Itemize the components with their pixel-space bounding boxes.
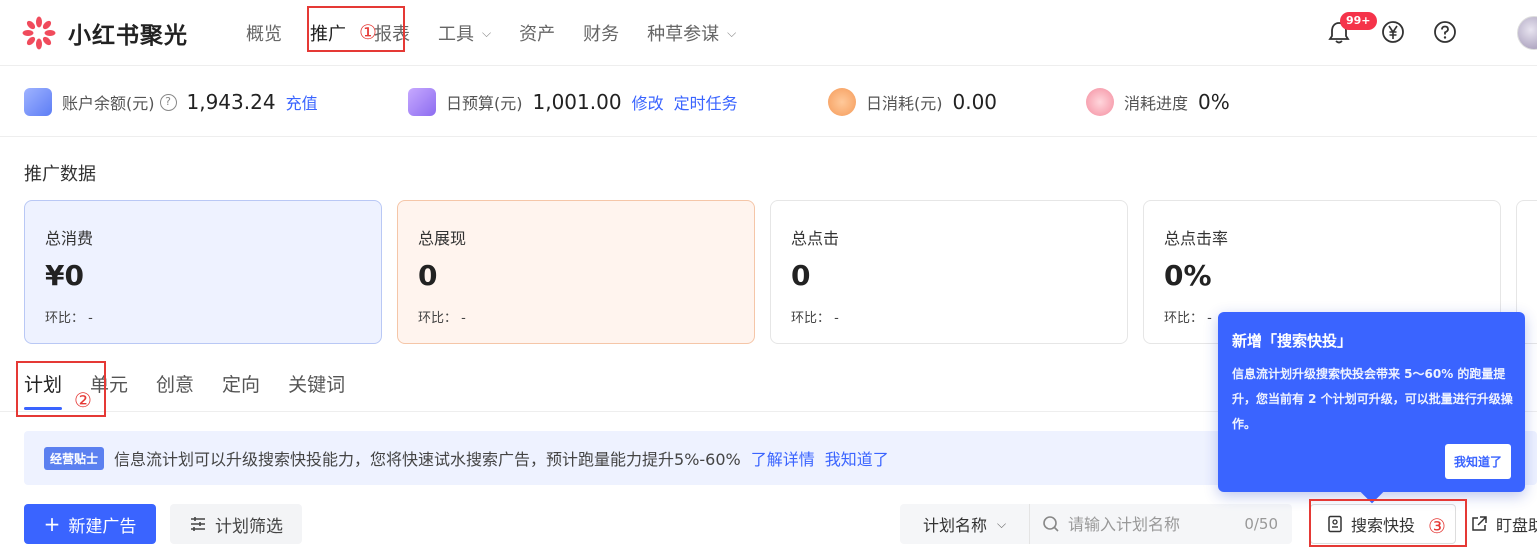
progress-metric: 消耗进度 0% bbox=[1086, 87, 1230, 117]
scheduled-task-link[interactable]: 定时任务 bbox=[674, 90, 738, 114]
brand-name: 小红书聚光 bbox=[68, 23, 188, 49]
budget-label: 日预算(元) bbox=[446, 94, 523, 113]
tip-text: 信息流计划可以升级搜索快投能力，您将快速试水搜索广告，预计跑量能力提升5%-60… bbox=[114, 450, 741, 469]
section-title: 推广数据 bbox=[24, 164, 96, 185]
new-ad-button[interactable]: + 新建广告 bbox=[24, 504, 156, 544]
calendar-icon bbox=[408, 88, 436, 116]
stat-card-spend[interactable]: 总消费 ¥0 环比： - bbox=[24, 200, 382, 344]
modify-budget-link[interactable]: 修改 bbox=[632, 90, 664, 114]
card-value: 0% bbox=[1164, 259, 1212, 292]
quick-search-popover: 新增「搜索快投」 信息流计划升级搜索快投会带来 5～60% 的跑量提升，您当前有… bbox=[1218, 312, 1525, 492]
notification-badge: 99+ bbox=[1340, 12, 1377, 30]
avatar[interactable] bbox=[1517, 16, 1537, 50]
popover-got-it-button[interactable]: 我知道了 bbox=[1444, 444, 1511, 479]
brand-logo[interactable]: 小红书聚光 bbox=[22, 16, 188, 50]
annotation-box-2 bbox=[16, 361, 106, 417]
nav-assets[interactable]: 资产 bbox=[519, 20, 555, 46]
nav-overview[interactable]: 概览 bbox=[246, 20, 282, 46]
card-ratio: 环比： - bbox=[1164, 311, 1212, 326]
card-ratio: 环比： - bbox=[45, 311, 93, 326]
card-title: 总点击率 bbox=[1164, 229, 1229, 248]
progress-label: 消耗进度 bbox=[1124, 94, 1189, 113]
plan-filter-button[interactable]: 计划筛选 bbox=[170, 504, 302, 544]
tab-targeting[interactable]: 定向 bbox=[222, 370, 260, 410]
recharge-link[interactable]: 充值 bbox=[286, 90, 318, 114]
nav-label: 资产 bbox=[519, 24, 556, 45]
card-title: 总点击 bbox=[791, 229, 840, 248]
stat-card-clicks[interactable]: 总点击 0 环比： - bbox=[770, 200, 1128, 344]
chevron-down-icon: ⌵ bbox=[727, 25, 737, 40]
card-ratio: 环比： - bbox=[791, 311, 839, 326]
nav-tools[interactable]: 工具 ⌵ bbox=[438, 20, 491, 46]
tab-creative[interactable]: 创意 bbox=[156, 370, 194, 410]
search-icon bbox=[1043, 516, 1059, 532]
annotation-number-3: ③ bbox=[1428, 514, 1446, 538]
stat-card-impressions[interactable]: 总展现 0 环比： - bbox=[397, 200, 755, 344]
spend-value: 0.00 bbox=[952, 90, 998, 114]
budget-metric: 日预算(元) 1,001.00 修改 定时任务 bbox=[408, 87, 738, 117]
dismiss-tip-link[interactable]: 我知道了 bbox=[825, 446, 889, 470]
watch-assistant-label: 盯盘助 bbox=[1496, 516, 1537, 535]
annotation-number-2: ② bbox=[74, 388, 92, 412]
nav-label: 财务 bbox=[583, 24, 620, 45]
char-counter: 0/50 bbox=[1244, 515, 1278, 533]
question-icon[interactable]: ? bbox=[159, 93, 177, 111]
card-value: ¥0 bbox=[45, 259, 84, 292]
chevron-down-icon: ⌵ bbox=[482, 25, 492, 40]
balance-label: 账户余额(元) bbox=[62, 94, 155, 113]
balance-metric: 账户余额(元) ? 1,943.24 充值 bbox=[24, 87, 318, 117]
search-input-wrap: 0/50 bbox=[1030, 504, 1292, 544]
popover-body: 信息流计划升级搜索快投会带来 5～60% 的跑量提升，您当前有 2 个计划可升级… bbox=[1232, 367, 1513, 431]
plan-search-group: 计划名称 ⌵ 0/50 bbox=[900, 504, 1292, 544]
watch-assistant-button[interactable]: 盯盘助 bbox=[1470, 504, 1537, 544]
nav-label: 概览 bbox=[246, 24, 282, 45]
nav-finance[interactable]: 财务 bbox=[583, 20, 619, 46]
tab-keywords[interactable]: 关键词 bbox=[288, 370, 345, 410]
annotation-number-1: ① bbox=[359, 20, 377, 44]
tip-tag: 经营贴士 bbox=[44, 446, 105, 470]
search-field-select[interactable]: 计划名称 ⌵ bbox=[900, 504, 1030, 544]
learn-more-link[interactable]: 了解详情 bbox=[751, 446, 815, 470]
wallet-icon bbox=[24, 88, 52, 116]
card-value: 0 bbox=[418, 259, 438, 292]
help-icon[interactable] bbox=[1432, 19, 1458, 45]
annotation-box-1 bbox=[307, 6, 405, 52]
filter-icon bbox=[191, 517, 205, 531]
card-value: 0 bbox=[791, 259, 811, 292]
chart-icon bbox=[1086, 88, 1114, 116]
spend-label: 日消耗(元) bbox=[866, 94, 943, 113]
new-ad-label: 新建广告 bbox=[68, 516, 137, 537]
coin-icon bbox=[828, 88, 856, 116]
yen-icon[interactable] bbox=[1380, 19, 1406, 45]
plan-name-search-input[interactable] bbox=[1068, 514, 1228, 534]
card-title: 总展现 bbox=[418, 229, 467, 248]
popover-title: 新增「搜索快投」 bbox=[1232, 332, 1353, 350]
plus-icon: + bbox=[43, 512, 61, 536]
nav-label: 工具 bbox=[438, 24, 474, 45]
chevron-down-icon: ⌵ bbox=[996, 516, 1007, 531]
external-link-icon bbox=[1472, 516, 1487, 531]
budget-value: 1,001.00 bbox=[532, 90, 622, 114]
logo-icon bbox=[22, 16, 56, 50]
nav-insights[interactable]: 种草参谋 ⌵ bbox=[647, 20, 736, 46]
plan-filter-label: 计划筛选 bbox=[215, 516, 283, 537]
card-ratio: 环比： - bbox=[418, 311, 466, 326]
nav-label: 种草参谋 bbox=[647, 24, 720, 45]
spend-metric: 日消耗(元) 0.00 bbox=[828, 87, 997, 117]
progress-value: 0% bbox=[1198, 90, 1230, 114]
balance-value: 1,943.24 bbox=[186, 90, 276, 114]
select-value: 计划名称 bbox=[922, 516, 987, 535]
card-title: 总消费 bbox=[45, 229, 94, 248]
top-header: 小红书聚光 概览 推广 报表 工具 ⌵ 资产 财务 种草参谋 ⌵ 99+ bbox=[0, 0, 1537, 66]
account-metrics: 账户余额(元) ? 1,943.24 充值 日预算(元) 1,001.00 修改… bbox=[0, 67, 1537, 137]
